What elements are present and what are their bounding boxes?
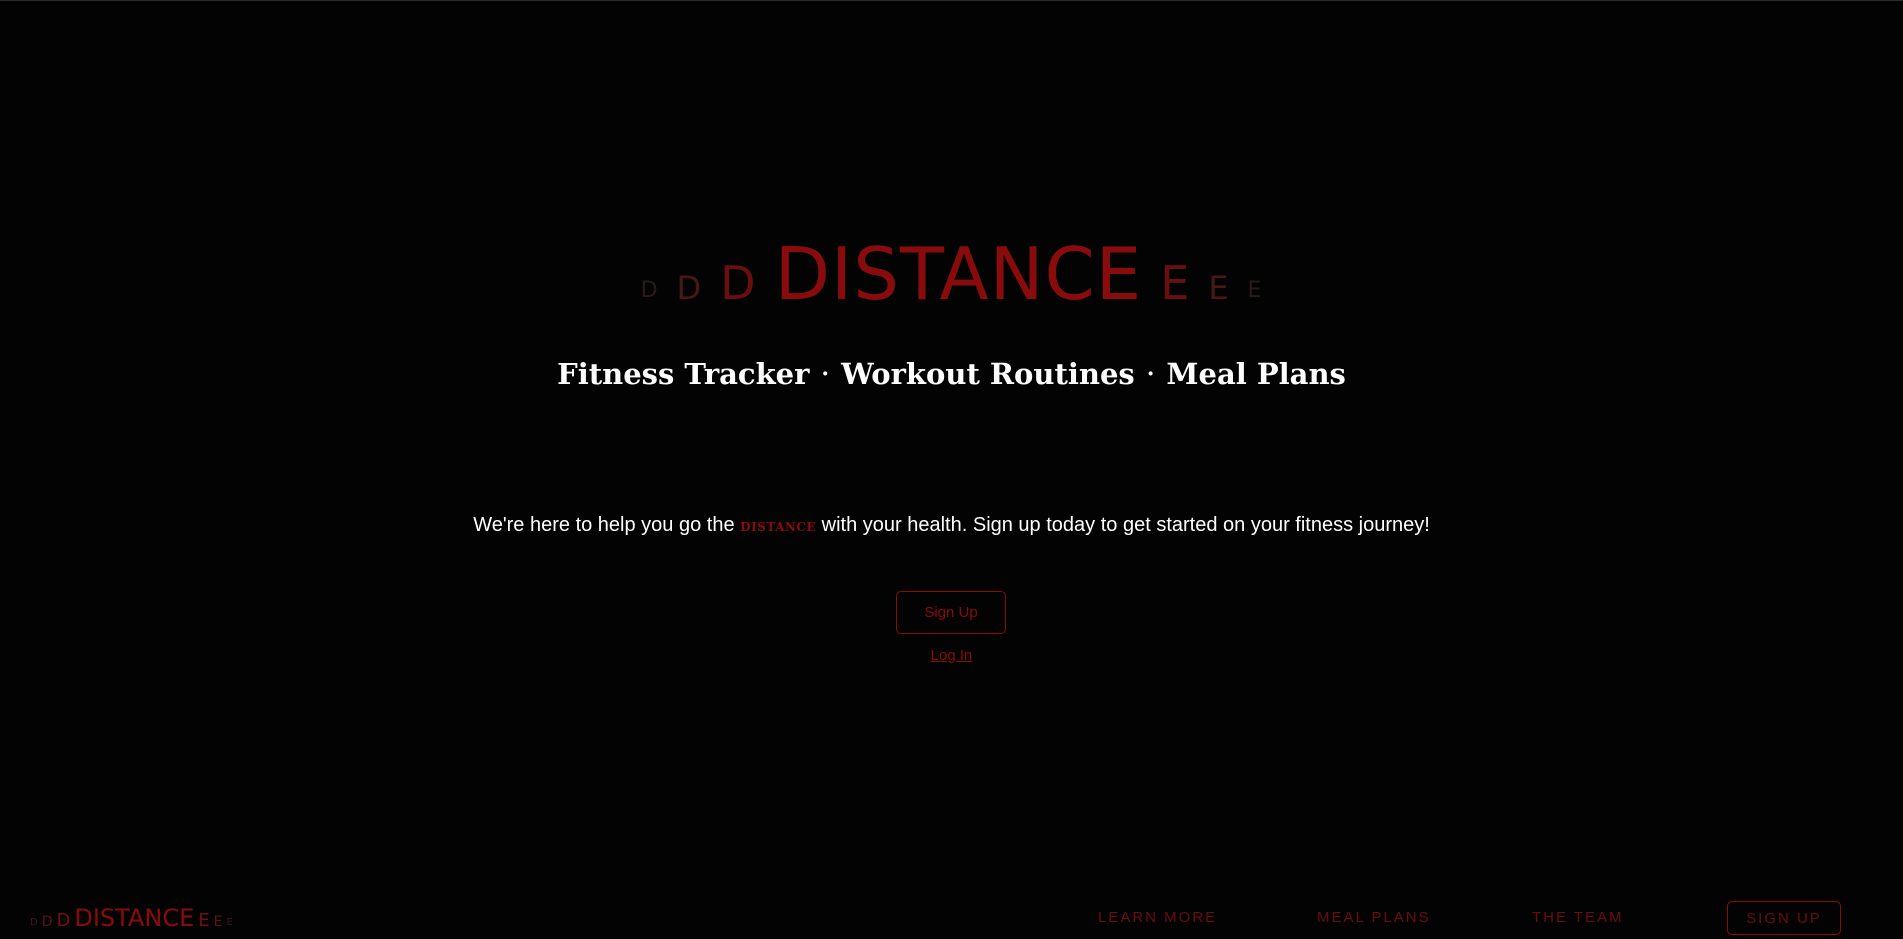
logo-letter: D [30,917,38,928]
tagline: Fitness Tracker · Workout Routines · Meal Pl… [0,357,1903,391]
tagline-separator: · [821,361,830,387]
logo-letter: D [640,278,659,303]
hero-logo: D D D DISTANCE E E E [0,230,1903,310]
nav-the-team[interactable]: THE TEAM [1532,909,1624,926]
logo-letter: E [1247,278,1263,303]
log-in-link[interactable]: Log In [0,647,1903,664]
logo-wordmark: DISTANCE [74,904,195,932]
sign-up-button[interactable]: Sign Up [896,591,1006,634]
logo-letter: E [198,910,210,931]
log-in-label[interactable]: Log In [931,647,973,664]
intro-before: We're here to help you go the [473,514,735,536]
nav-learn-more[interactable]: LEARN MORE [1098,909,1217,926]
logo-letter: E [1208,269,1230,307]
tagline-item: Fitness Tracker [557,357,810,391]
tagline-item: Meal Plans [1166,357,1346,391]
footer-logo[interactable]: D D D DISTANCE E E E [30,900,233,930]
logo-letter: D [720,256,757,310]
tagline-item: Workout Routines [841,357,1135,391]
top-border [0,0,1903,1]
intro-after: with your health. Sign up today to get s… [821,514,1430,536]
logo-letter: E [213,914,223,930]
nav-sign-up-button[interactable]: SIGN UP [1727,901,1841,935]
logo-letter: E [226,917,233,928]
intro-text: We're here to help you go the DISTANCE w… [0,514,1903,537]
logo-letter: D [676,269,703,307]
logo-letter: D [56,910,71,931]
logo-letter: E [1160,256,1191,310]
tagline-separator: · [1146,361,1155,387]
nav-meal-plans[interactable]: MEAL PLANS [1317,909,1431,926]
logo-wordmark: DISTANCE [774,232,1143,316]
intro-brand-word: DISTANCE [740,520,817,534]
logo-letter: D [41,914,53,930]
